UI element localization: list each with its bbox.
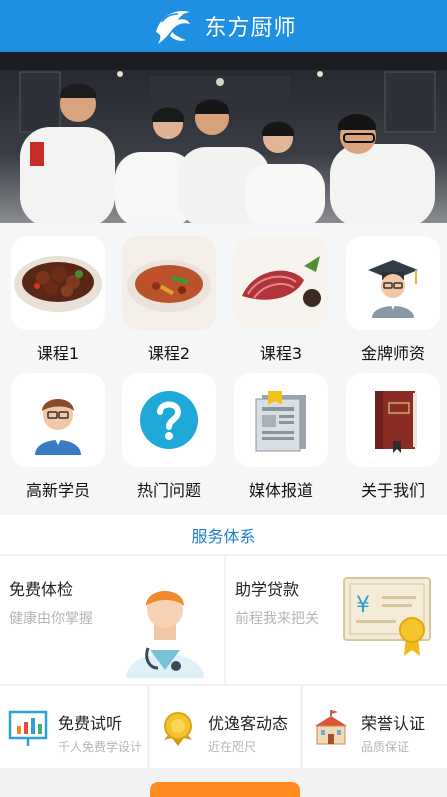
grid-label: 课程2 bbox=[147, 344, 191, 363]
mini-title: 荣誉认证 bbox=[361, 714, 426, 733]
grid-item-media[interactable]: 媒体报道 bbox=[233, 373, 329, 505]
grid-item-course-2[interactable]: 课程2 bbox=[121, 236, 217, 368]
grid-item-course-3[interactable]: 课程3 bbox=[233, 236, 329, 368]
tile-about bbox=[346, 373, 440, 467]
doctor-icon bbox=[126, 591, 204, 678]
hero-banner[interactable] bbox=[0, 52, 447, 223]
dish-stir-fry-icon bbox=[122, 236, 216, 330]
grid-item-gold-teachers[interactable]: 金牌师资 bbox=[345, 236, 441, 368]
grid-item-students[interactable]: 高新学员 bbox=[10, 373, 106, 505]
chefs-photo bbox=[0, 52, 447, 223]
mini-item-news[interactable]: 优逸客动态 近在咫尺 bbox=[150, 686, 300, 768]
dish-sliced-meat-icon bbox=[234, 236, 328, 330]
service-panel-student-loan[interactable]: 助学贷款 前程我来把关 ¥ bbox=[226, 556, 447, 684]
service-panel-free-checkup[interactable]: 免费体检 健康由你掌握 bbox=[0, 556, 224, 684]
tile-course-3 bbox=[234, 236, 328, 330]
service-section-header: 服务体系 bbox=[0, 515, 447, 555]
mini-title: 免费试听 bbox=[58, 714, 123, 733]
school-building-icon bbox=[315, 710, 347, 745]
tile-course-2 bbox=[122, 236, 216, 330]
grid-item-about[interactable]: 关于我们 bbox=[345, 373, 441, 505]
grid-label: 热门问题 bbox=[136, 481, 201, 500]
panel-title: 免费体检 bbox=[9, 580, 74, 599]
service-title: 服务体系 bbox=[191, 526, 256, 546]
tile-gold-teachers bbox=[346, 236, 440, 330]
mini-item-honor[interactable]: 荣誉认证 品质保证 bbox=[303, 686, 447, 768]
panel-subtitle: 健康由你掌握 bbox=[9, 611, 93, 627]
dolphin-logo-icon[interactable] bbox=[150, 2, 198, 50]
svg-text:¥: ¥ bbox=[356, 593, 370, 618]
mini-subtitle: 品质保证 bbox=[361, 740, 410, 754]
grid-item-faq[interactable]: 热门问题 bbox=[121, 373, 217, 505]
presentation-chart-icon bbox=[8, 710, 48, 746]
grid-label: 关于我们 bbox=[360, 481, 425, 500]
panel-title: 助学贷款 bbox=[235, 580, 300, 599]
panel-subtitle: 前程我来把关 bbox=[235, 611, 319, 627]
graduate-teacher-icon bbox=[368, 260, 418, 318]
question-mark-icon bbox=[140, 391, 198, 449]
dish-braised-meat-icon bbox=[14, 256, 102, 312]
tile-faq bbox=[122, 373, 216, 467]
brand-title: 东方厨师 bbox=[204, 16, 297, 41]
tile-course-1 bbox=[11, 236, 105, 330]
bottom-action-button[interactable] bbox=[150, 782, 300, 797]
mini-title: 优逸客动态 bbox=[208, 714, 289, 733]
tile-media bbox=[234, 373, 328, 467]
grid-item-course-1[interactable]: 课程1 bbox=[10, 236, 106, 368]
newspaper-icon bbox=[255, 391, 306, 452]
student-avatar-icon bbox=[35, 399, 81, 455]
grid-label: 金牌师资 bbox=[360, 344, 425, 363]
grid-label: 课程1 bbox=[36, 344, 80, 363]
mini-subtitle: 千人免费学设计 bbox=[58, 740, 143, 754]
app-header: 东方厨师 bbox=[0, 0, 447, 52]
medal-icon bbox=[164, 712, 192, 746]
grid-label: 高新学员 bbox=[25, 481, 90, 500]
book-icon bbox=[375, 391, 417, 453]
grid-label: 课程3 bbox=[259, 344, 303, 363]
mini-subtitle: 近在咫尺 bbox=[208, 740, 257, 754]
mini-item-free-trial[interactable]: 免费试听 千人免费学设计 bbox=[0, 686, 147, 768]
category-grid: 课程1 课程2 课程3 金牌师资 高新学员 热门问题 媒体报道 关于我们 bbox=[0, 223, 447, 515]
certificate-icon: ¥ bbox=[343, 577, 431, 656]
tile-students bbox=[11, 373, 105, 467]
grid-label: 媒体报道 bbox=[248, 481, 313, 500]
